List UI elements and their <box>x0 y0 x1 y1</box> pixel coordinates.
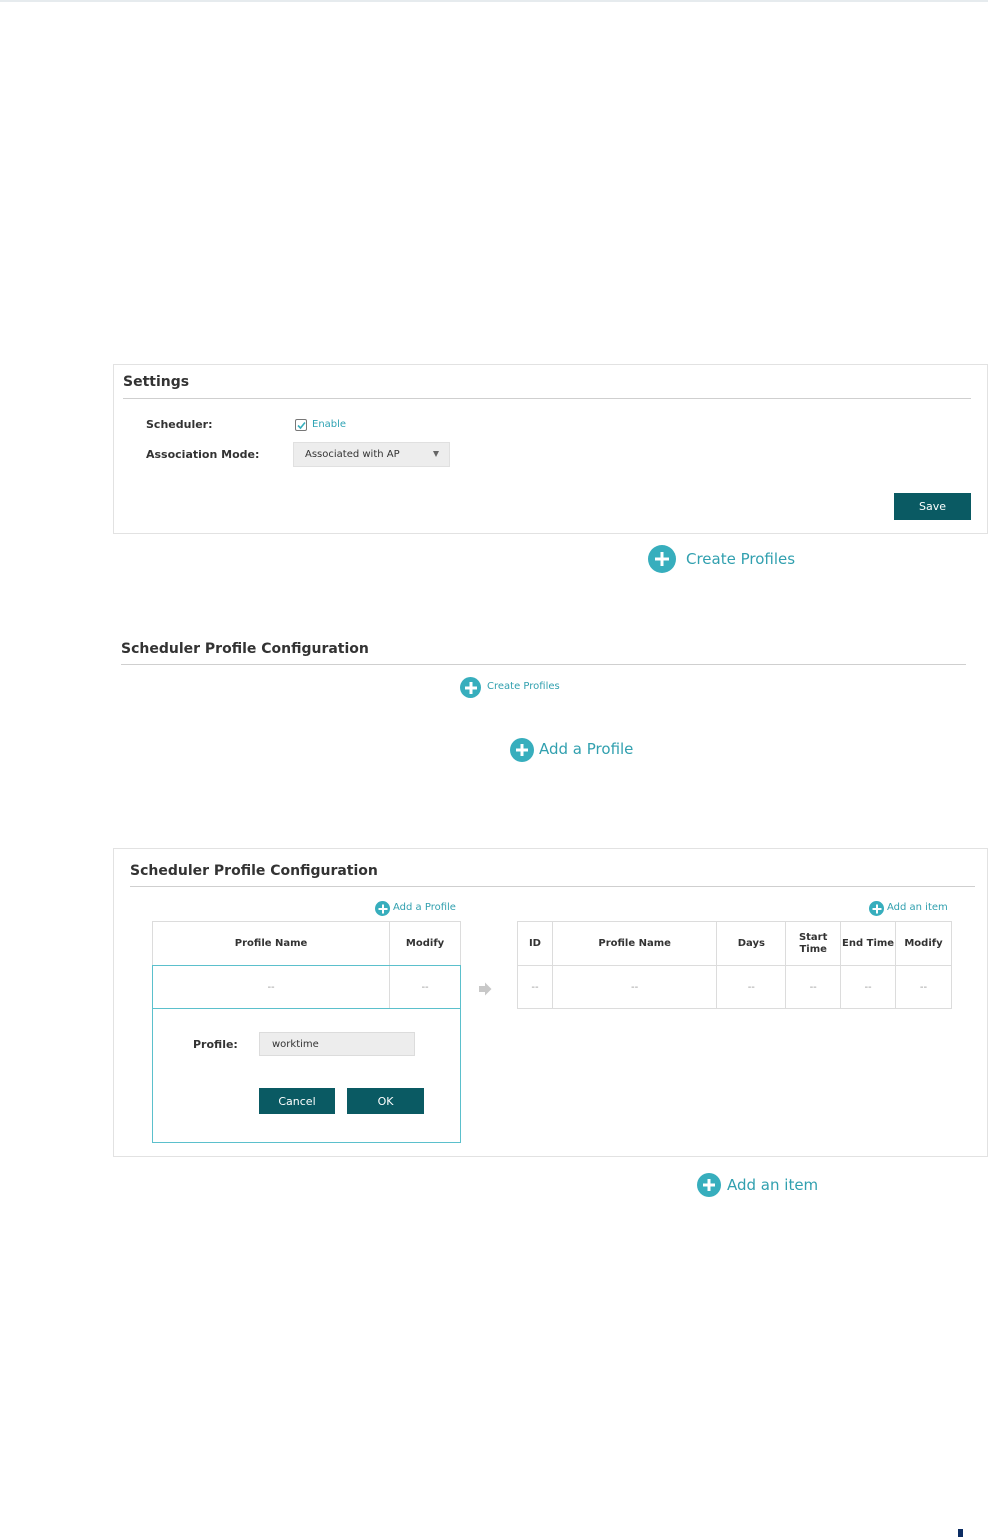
association-mode-select[interactable]: Associated with AP <box>293 442 450 467</box>
table-row[interactable]: -- -- -- -- -- -- <box>517 965 952 1009</box>
arrow-right-icon <box>479 982 492 996</box>
plus-circle-icon[interactable] <box>869 901 884 916</box>
settings-divider <box>123 398 971 399</box>
scheduler-config-panel-title: Scheduler Profile Configuration <box>130 863 378 879</box>
add-item-link[interactable]: Add an item <box>887 902 948 913</box>
plus-circle-icon <box>510 738 534 762</box>
profile-label: Profile: <box>193 1038 238 1051</box>
scheduler-config-title: Scheduler Profile Configuration <box>121 641 369 657</box>
add-an-item-callout: Add an item <box>727 1176 819 1194</box>
enable-label[interactable]: Enable <box>312 419 346 430</box>
scheduler-enable-checkbox[interactable] <box>295 419 307 431</box>
selected-row-highlight <box>152 965 461 1009</box>
settings-panel: Settings Scheduler: Enable Association M… <box>113 364 988 534</box>
association-mode-label: Association Mode: <box>146 448 260 461</box>
days-header: Days <box>716 921 787 966</box>
id-cell: -- <box>517 965 553 1009</box>
profile-name-input[interactable]: worktime <box>259 1032 415 1056</box>
item-table-header: ID Profile Name Days Start Time End Time… <box>517 921 952 966</box>
id-header: ID <box>517 921 553 966</box>
scheduler-config-panel-divider <box>130 886 975 887</box>
create-profiles-callout: Create Profiles <box>686 550 796 568</box>
profile-form: Profile: worktime Cancel OK <box>152 1009 461 1143</box>
plus-circle-icon[interactable] <box>460 677 481 698</box>
top-rule <box>0 0 988 2</box>
start-time-cell: -- <box>785 965 842 1009</box>
dropdown-arrow-icon <box>433 451 439 457</box>
create-profiles-link[interactable]: Create Profiles <box>487 681 560 692</box>
plus-circle-icon <box>648 545 676 573</box>
end-time-cell: -- <box>840 965 897 1009</box>
modify-header: Modify <box>389 921 461 966</box>
days-cell: -- <box>716 965 787 1009</box>
profile-name-header: Profile Name <box>151 921 391 966</box>
save-button[interactable]: Save <box>894 493 971 520</box>
scheduler-config-panel: Scheduler Profile Configuration Add a Pr… <box>113 848 988 1157</box>
add-profile-link[interactable]: Add a Profile <box>393 902 456 913</box>
checkmark-icon <box>297 421 306 430</box>
plus-circle-icon[interactable] <box>375 901 390 916</box>
scheduler-label: Scheduler: <box>146 418 213 431</box>
page-corner-mark <box>958 1529 963 1537</box>
profile-name-cell: -- <box>551 965 718 1009</box>
association-mode-value: Associated with AP <box>305 449 400 460</box>
modify-header: Modify <box>895 921 952 966</box>
settings-title: Settings <box>123 374 190 390</box>
item-table: ID Profile Name Days Start Time End Time… <box>517 921 952 1009</box>
ok-button[interactable]: OK <box>347 1088 424 1114</box>
cancel-button[interactable]: Cancel <box>259 1088 335 1114</box>
scheduler-config-divider <box>121 664 966 665</box>
profile-name-header: Profile Name <box>551 921 718 966</box>
end-time-header: End Time <box>840 921 897 966</box>
profile-table-header: Profile Name Modify <box>151 921 461 966</box>
plus-circle-icon <box>697 1173 721 1197</box>
add-a-profile-callout: Add a Profile <box>539 740 634 758</box>
start-time-header: Start Time <box>785 921 842 966</box>
modify-cell: -- <box>895 965 952 1009</box>
